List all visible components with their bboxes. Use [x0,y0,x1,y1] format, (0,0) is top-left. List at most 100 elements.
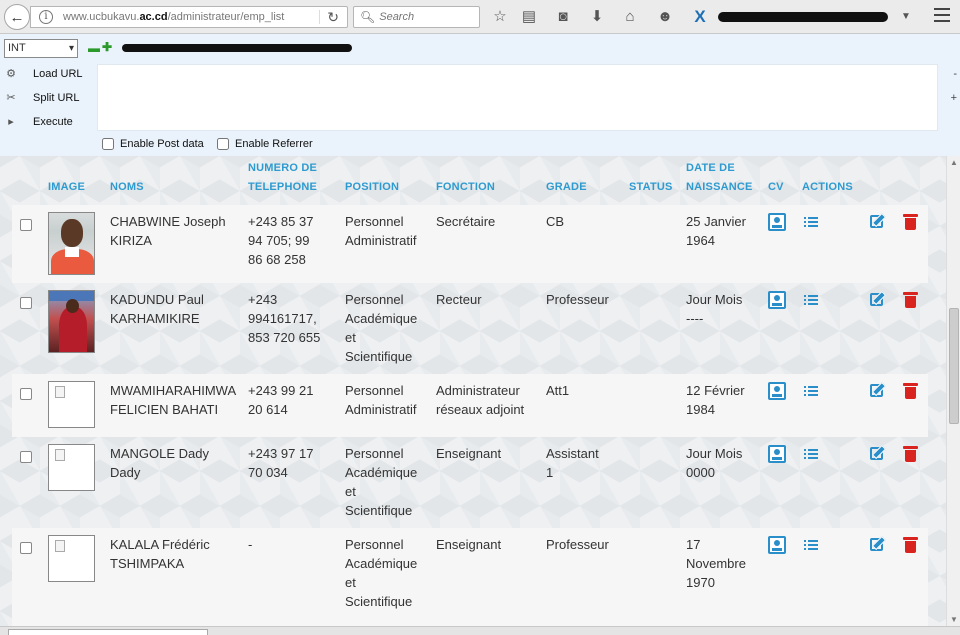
row-checkbox[interactable] [20,219,32,231]
broken-image-icon [55,449,65,461]
details-list-icon[interactable] [804,536,822,554]
url-bar[interactable]: i www.ucbukavu.ac.cd/administrateur/emp_… [30,6,348,28]
cell-grade: CB [546,214,565,229]
bookmark-star-icon[interactable]: ☆ [490,7,510,27]
delete-icon[interactable] [903,536,921,554]
broken-image-icon [55,386,65,398]
cell-telephone: - [248,537,253,552]
employee-list: IMAGE NOMS NUMERO DE TELEPHONE POSITION … [0,156,946,626]
redacted-menu [122,44,352,52]
cell-noms: MWAMIHARAHIMWA FELICIEN BAHATI [110,383,237,417]
split-url-icon: ✂ [6,92,16,104]
cell-telephone: +243 97 17 70 034 [248,446,314,480]
enable-referrer-checkbox[interactable]: Enable Referrer [217,138,313,150]
edit-icon[interactable] [870,215,883,228]
scroll-down-icon[interactable]: ▼ [950,615,958,624]
load-url-button[interactable]: ⚙ Load URL [4,67,83,81]
back-arrow-icon[interactable]: ← [4,4,30,30]
details-list-icon[interactable] [804,291,822,309]
header-actions: ACTIONS [802,181,853,193]
x-extension-icon[interactable]: X [690,7,710,27]
header-position: POSITION [345,181,400,193]
int-select[interactable]: INT [4,39,78,58]
vertical-scrollbar[interactable]: ▲ ▼ [946,156,960,626]
row-checkbox[interactable] [20,388,32,400]
header-date-2: NAISSANCE [686,181,753,193]
edit-icon[interactable] [870,538,883,551]
download-icon[interactable]: ⬇ [587,7,607,27]
cell-telephone: +243 994161717, 853 720 655 [248,292,321,345]
broken-image-icon [55,540,65,552]
enable-post-input[interactable] [102,138,114,150]
cv-icon[interactable] [768,445,786,463]
url-separator [319,10,320,24]
cv-icon[interactable] [768,382,786,400]
grow-button[interactable]: + [951,92,957,104]
find-bar [0,626,960,635]
dropdown-arrow-icon[interactable]: ▼ [896,7,916,27]
table-row: MWAMIHARAHIMWA FELICIEN BAHATI +243 99 21… [12,374,928,437]
edit-icon[interactable] [870,293,883,306]
enable-referrer-input[interactable] [217,138,229,150]
header-fonction: FONCTION [436,181,496,193]
cell-position: Personnel Administratif [345,383,417,417]
employee-photo [48,290,95,353]
reload-icon[interactable]: ↻ [327,9,339,26]
search-input[interactable] [379,11,475,23]
header-status: STATUS [629,181,673,193]
edit-icon[interactable] [870,384,883,397]
cell-date: Jour Mois ---- [686,292,743,326]
header-image: IMAGE [48,181,86,193]
header-noms: NOMS [110,181,144,193]
cell-date: Jour Mois 0000 [686,446,743,480]
cell-telephone: +243 85 37 94 705; 99 86 68 258 [248,214,314,267]
cell-fonction: Administrateur réseaux adjoint [436,383,525,417]
reading-list-icon[interactable]: ▤ [519,7,539,27]
cv-icon[interactable] [768,213,786,231]
shrink-button[interactable]: - [953,68,957,80]
edit-icon[interactable] [870,447,883,460]
delete-icon[interactable] [903,382,921,400]
cell-date: 25 Janvier 1964 [686,214,746,248]
search-bar[interactable]: 🔍︎ [353,6,480,28]
pocket-icon[interactable]: ◙ [553,7,573,27]
header-telephone-1: NUMERO DE [248,162,318,174]
url-textarea[interactable] [97,64,938,131]
scroll-up-icon[interactable]: ▲ [950,158,958,167]
plus-icon[interactable]: ✚ [102,40,112,54]
execute-label: Execute [33,116,73,128]
home-icon[interactable]: ⌂ [620,7,640,27]
info-icon[interactable]: i [39,10,53,24]
details-list-icon[interactable] [804,445,822,463]
hamburger-menu-icon[interactable] [934,8,950,22]
url-text[interactable]: www.ucbukavu.ac.cd/administrateur/emp_li… [63,11,284,23]
row-checkbox[interactable] [20,451,32,463]
url-domain: ac.cd [139,11,168,23]
enable-post-checkbox[interactable]: Enable Post data [102,138,204,150]
employee-photo-broken [48,381,95,428]
find-input[interactable] [8,629,208,635]
header-date-1: DATE DE [686,162,735,174]
delete-icon[interactable] [903,445,921,463]
cell-grade: Professeur [546,537,609,552]
delete-icon[interactable] [903,291,921,309]
cv-icon[interactable] [768,291,786,309]
cv-icon[interactable] [768,536,786,554]
minus-icon[interactable]: ▬ [88,41,100,55]
delete-icon[interactable] [903,213,921,231]
load-url-label: Load URL [33,68,83,80]
cell-position: Personnel Académique et Scientifique [345,292,418,364]
row-checkbox[interactable] [20,297,32,309]
details-list-icon[interactable] [804,213,822,231]
cell-noms: KADUNDU Paul KARHAMIKIRE [110,292,204,326]
split-url-button[interactable]: ✂ Split URL [4,91,79,105]
cell-grade: Professeur [546,292,609,307]
url-prefix: www.ucbukavu. [63,11,140,23]
execute-button[interactable]: ▸ Execute [4,115,73,129]
employee-photo [48,212,95,275]
row-checkbox[interactable] [20,542,32,554]
scroll-thumb[interactable] [949,308,959,424]
details-list-icon[interactable] [804,382,822,400]
header-telephone-2: TELEPHONE [248,181,318,193]
chat-icon[interactable]: ☻ [655,7,675,27]
